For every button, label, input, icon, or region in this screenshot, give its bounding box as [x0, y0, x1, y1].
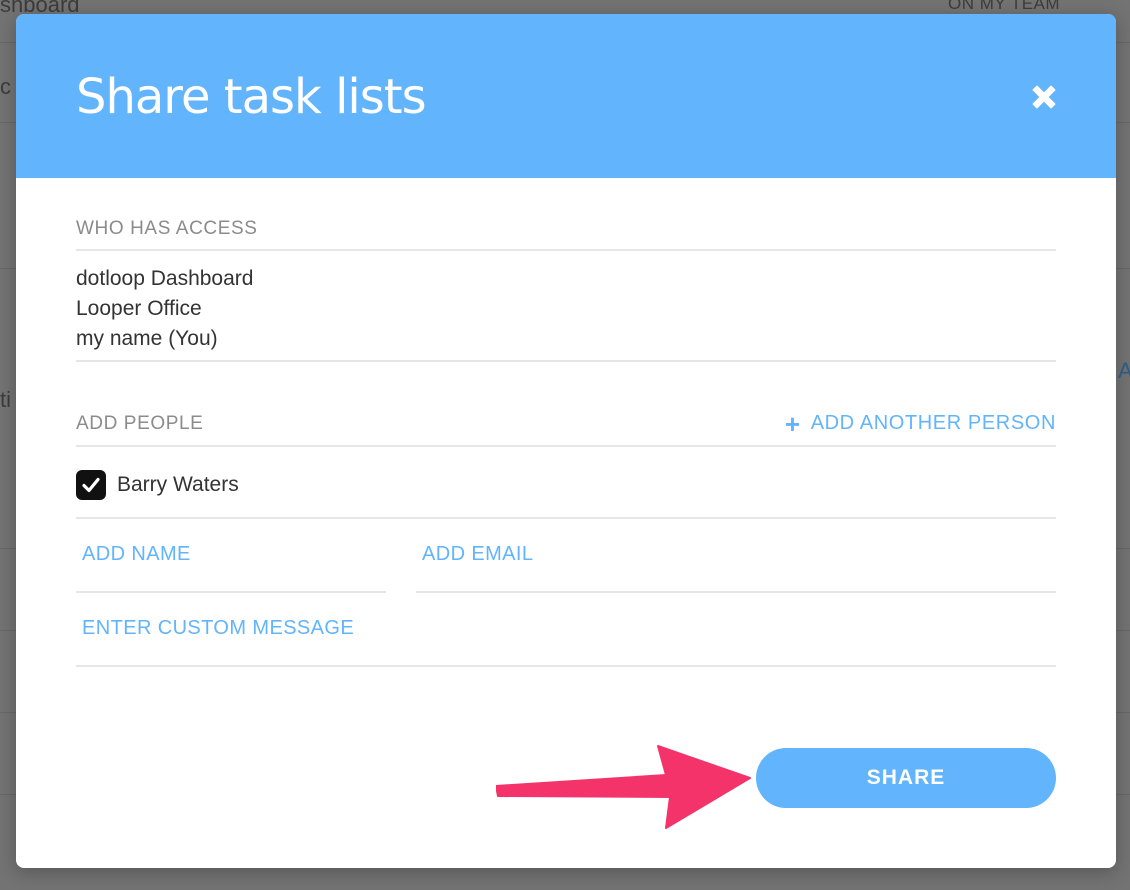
- add-another-person-label: ADD ANOTHER PERSON: [810, 412, 1056, 434]
- person-row: Barry Waters: [76, 470, 239, 500]
- access-entry: my name (You): [76, 327, 218, 350]
- person-checkbox[interactable]: [76, 470, 106, 500]
- add-another-person-link[interactable]: + ADD ANOTHER PERSON: [784, 408, 1056, 439]
- access-entry: Looper Office: [76, 297, 202, 320]
- message-input-underline: [76, 665, 1056, 667]
- who-has-access-label: WHO HAS ACCESS: [76, 218, 258, 239]
- close-icon: [1032, 85, 1056, 109]
- close-button[interactable]: [1028, 81, 1060, 113]
- share-task-lists-modal: Share task lists WHO HAS ACCESS dotloop …: [16, 14, 1116, 868]
- checkmark-icon: [82, 477, 100, 493]
- section-divider: [76, 249, 1056, 251]
- annotation-arrow-icon: [496, 745, 751, 829]
- add-email-input[interactable]: ADD EMAIL: [416, 543, 1056, 566]
- access-list: dotloop Dashboard Looper Office my name …: [76, 264, 253, 354]
- add-name-input[interactable]: ADD NAME: [76, 543, 386, 566]
- plus-icon: +: [784, 408, 801, 439]
- background-team-label: ON MY TEAM: [948, 0, 1061, 13]
- section-divider: [76, 445, 1056, 447]
- modal-header: Share task lists: [16, 14, 1116, 178]
- name-input-underline: [76, 591, 386, 593]
- custom-message-input[interactable]: ENTER CUSTOM MESSAGE: [76, 617, 1056, 640]
- background-fragment: A: [1118, 358, 1130, 383]
- email-input-underline: [416, 591, 1056, 593]
- access-entry: dotloop Dashboard: [76, 267, 254, 290]
- modal-title: Share task lists: [76, 69, 427, 125]
- background-fragment: ti: [0, 387, 11, 412]
- person-name: Barry Waters: [117, 473, 239, 496]
- share-button[interactable]: SHARE: [756, 748, 1056, 808]
- section-divider: [76, 360, 1056, 362]
- background-fragment: c: [0, 74, 11, 99]
- add-people-label: ADD PEOPLE: [76, 413, 204, 434]
- section-divider: [76, 517, 1056, 519]
